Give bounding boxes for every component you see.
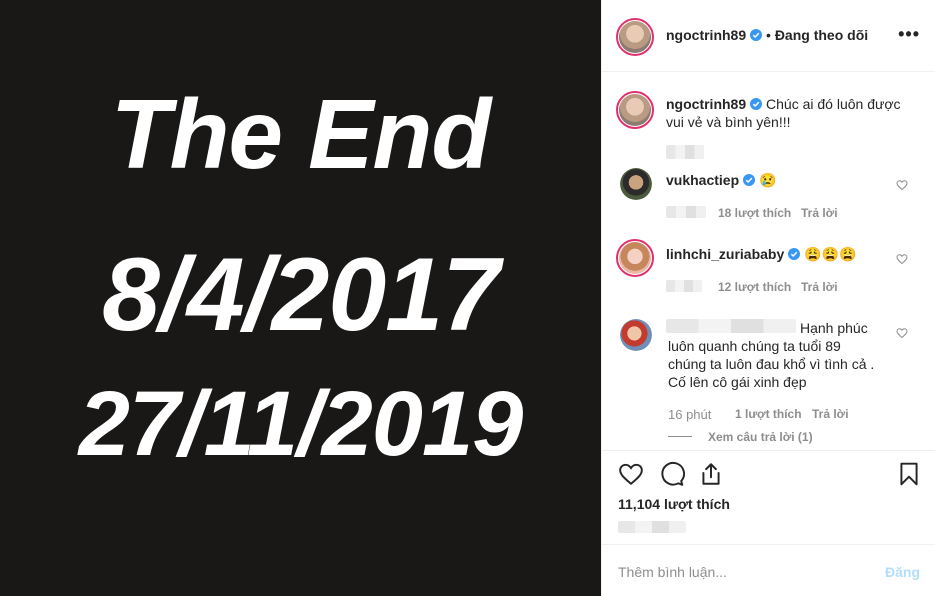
image-text-line-2: 8/4/2017 xyxy=(102,237,500,353)
post-image[interactable]: The End 8/4/2017 27/11/2019 xyxy=(0,0,601,596)
header-separator: • xyxy=(762,27,775,43)
image-text-line-3: 27/11/2019 xyxy=(78,373,524,475)
reply-button[interactable]: Trả lời xyxy=(801,280,838,294)
post-header: ngoctrinh89 • Đang theo dõi ••• xyxy=(602,0,935,72)
blurred-timestamp xyxy=(666,206,706,218)
blurred-post-date xyxy=(618,521,686,533)
header-user-line: ngoctrinh89 • Đang theo dõi xyxy=(666,27,868,43)
comment-time[interactable]: 16 phút xyxy=(668,407,711,422)
verified-badge-icon xyxy=(788,248,801,260)
comment-like-icon[interactable] xyxy=(896,179,908,191)
comment-like-icon[interactable] xyxy=(896,253,908,265)
post-side-panel: ngoctrinh89 • Đang theo dõi ••• ngoctrin… xyxy=(601,0,935,596)
comment-1: vukhactiep 😢 xyxy=(666,172,776,189)
comment-likes[interactable]: 18 lượt thích xyxy=(718,206,791,220)
caption-username[interactable]: ngoctrinh89 xyxy=(666,96,746,112)
comment-3: Hạnh phúc luôn quanh chúng ta tuổi 89 ch… xyxy=(668,319,878,391)
caption-avatar[interactable] xyxy=(616,91,654,129)
blurred-timestamp xyxy=(666,280,702,292)
post-comment-button[interactable]: Đăng xyxy=(885,564,920,580)
comment-likes[interactable]: 12 lượt thích xyxy=(718,280,791,294)
author-avatar[interactable] xyxy=(616,18,654,56)
caption: ngoctrinh89 Chúc ai đó luôn được vui vẻ … xyxy=(666,95,916,131)
reply-button[interactable]: Trả lời xyxy=(812,407,849,421)
comment-username[interactable]: linhchi_zuriababy xyxy=(666,246,784,262)
comment-avatar[interactable] xyxy=(620,168,652,200)
post-actions: 11,104 lượt thích xyxy=(602,450,935,544)
comments-list[interactable]: ngoctrinh89 Chúc ai đó luôn được vui vẻ … xyxy=(602,73,935,450)
comment-avatar[interactable] xyxy=(616,239,654,277)
more-options-icon[interactable]: ••• xyxy=(898,24,920,45)
verified-badge-icon xyxy=(743,174,756,186)
bookmark-icon[interactable] xyxy=(896,461,922,487)
heart-icon[interactable] xyxy=(618,461,644,487)
comment-text: 😢 xyxy=(759,172,777,188)
view-replies-button[interactable]: Xem câu trả lời (1) xyxy=(708,430,813,444)
comment-2: linhchi_zuriababy 😩😩😩 xyxy=(666,246,856,263)
comment-username[interactable]: vukhactiep xyxy=(666,172,739,188)
author-username[interactable]: ngoctrinh89 xyxy=(666,27,746,43)
image-text-line-1: The End xyxy=(110,79,492,189)
comment-avatar[interactable] xyxy=(620,319,652,351)
verified-badge-icon xyxy=(750,29,763,41)
comment-like-icon[interactable] xyxy=(896,327,908,339)
add-comment-bar: Đăng xyxy=(602,544,935,596)
comment-input[interactable] xyxy=(618,561,868,583)
comment-text: 😩😩😩 xyxy=(804,246,857,262)
following-button[interactable]: Đang theo dõi xyxy=(775,27,868,43)
comment-likes[interactable]: 1 lượt thích xyxy=(735,407,802,421)
replies-divider xyxy=(668,436,692,437)
share-icon[interactable] xyxy=(698,461,724,487)
reply-button[interactable]: Trả lời xyxy=(801,206,838,220)
verified-badge-icon xyxy=(750,98,763,110)
blurred-timestamp xyxy=(666,145,704,159)
likes-count[interactable]: 11,104 lượt thích xyxy=(618,496,730,512)
comment-text: Hạnh phúc luôn quanh chúng ta tuổi 89 ch… xyxy=(668,320,875,390)
comment-icon[interactable] xyxy=(659,461,685,487)
